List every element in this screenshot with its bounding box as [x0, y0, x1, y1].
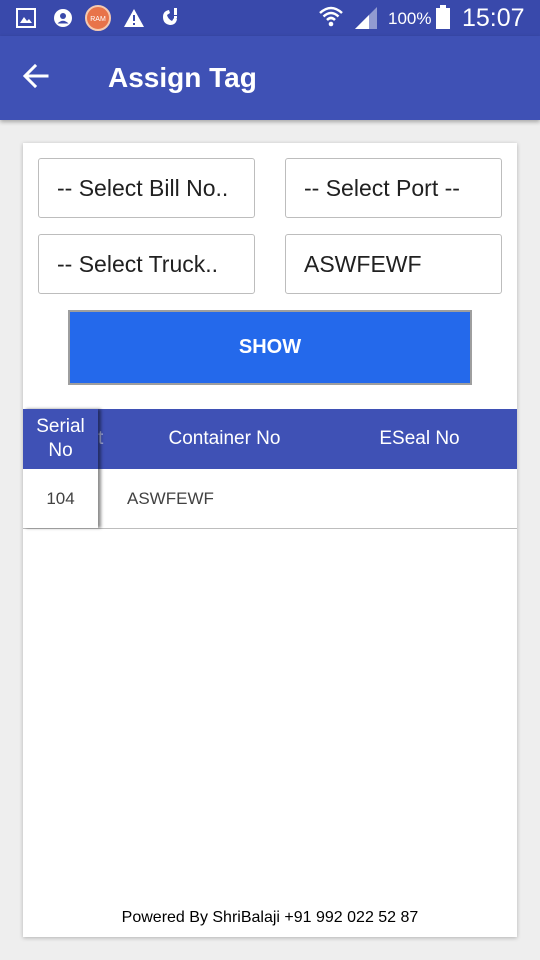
port-select[interactable]: -- Select Port --: [285, 158, 502, 218]
show-button[interactable]: SHOW: [68, 310, 472, 385]
arrow-back-icon: [22, 63, 49, 94]
bill-no-select[interactable]: -- Select Bill No..: [38, 158, 255, 218]
column-header-serial-no[interactable]: Serial No: [23, 409, 98, 469]
gallery-icon: [16, 8, 36, 28]
account-icon: [53, 8, 73, 28]
table-header: Serial No t Container No ESeal No: [23, 409, 517, 469]
back-button[interactable]: [14, 56, 58, 100]
cell-eseal: [322, 469, 517, 528]
ram-icon: RAM: [85, 5, 111, 31]
missed-call-icon: [160, 8, 182, 28]
cell-container: ASWFEWF: [127, 488, 214, 508]
wifi-icon: [318, 4, 344, 30]
svg-text:RAM: RAM: [90, 16, 106, 23]
column-header-eseal-no[interactable]: ESeal No: [322, 409, 517, 469]
truck-select[interactable]: -- Select Truck..: [38, 234, 255, 294]
page-title: Assign Tag: [108, 62, 257, 93]
battery-icon: [436, 5, 450, 29]
column-header-hidden-fragment: t: [98, 428, 104, 449]
warning-icon: [123, 8, 145, 28]
signal-icon: [353, 6, 379, 30]
form-card: -- Select Bill No.. -- Select Port -- --…: [23, 143, 517, 937]
column-header-container-no[interactable]: Container No: [127, 409, 322, 469]
clock: 15:07: [462, 4, 525, 32]
footer-credit: Powered By ShriBalaji +91 992 022 52 87: [121, 909, 419, 926]
table-row[interactable]: 104 ASWFEWF: [23, 469, 517, 529]
status-bar: RAM 100% 15:07: [0, 0, 540, 36]
battery-percent: 100%: [388, 9, 432, 28]
container-no-field[interactable]: ASWFEWF: [285, 234, 502, 294]
cell-serial: 104: [46, 488, 75, 508]
app-bar: Assign Tag: [0, 36, 540, 120]
